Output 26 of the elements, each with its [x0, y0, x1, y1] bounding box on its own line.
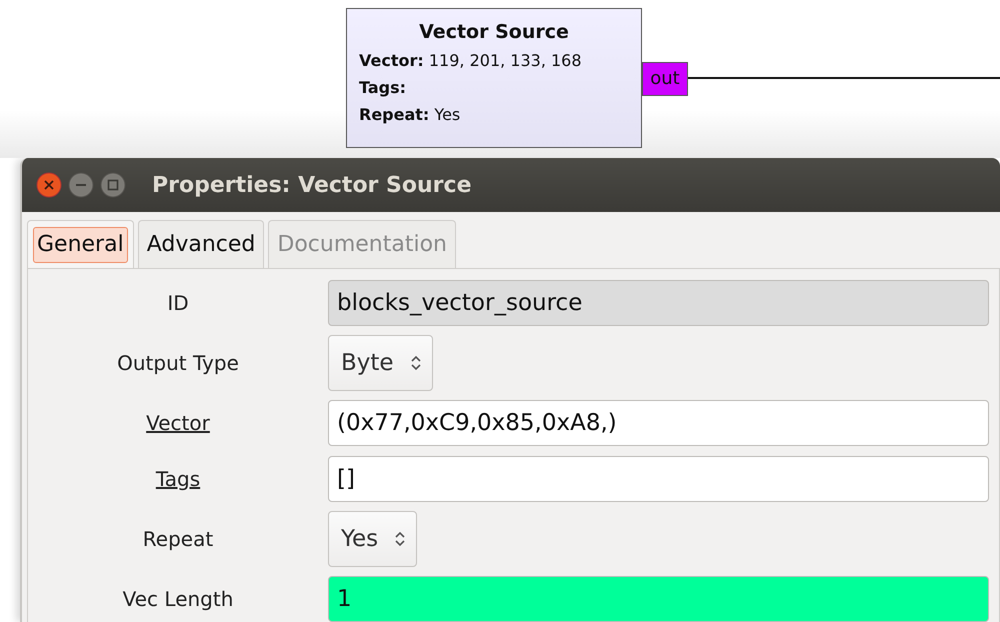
block-param: Repeat: Yes: [359, 104, 462, 126]
up-down-arrows-icon: [410, 354, 422, 372]
field-label: Tags: [156, 467, 200, 491]
block-param: Vector: 119, 201, 133, 168: [359, 50, 583, 72]
field-label: ID: [167, 291, 189, 315]
input-field[interactable]: 1: [328, 576, 989, 622]
flowgraph-block[interactable]: Vector Source Vector: 119, 201, 133, 168 Tags: Repeat: Yes: [346, 8, 642, 148]
tab[interactable]: General: [27, 220, 134, 268]
block-title: Vector Source: [418, 21, 570, 43]
field-label: Output Type: [117, 351, 239, 375]
field-label: Vector: [146, 411, 210, 435]
block-param: Tags:: [359, 77, 408, 99]
window-title: Properties: Vector Source: [152, 172, 472, 198]
up-down-arrows-icon: [394, 530, 406, 548]
minimize-icon[interactable]: [68, 172, 94, 198]
output-port[interactable]: out: [642, 62, 688, 96]
tab[interactable]: Advanced: [138, 220, 264, 268]
field-label: Repeat: [142, 527, 214, 551]
maximize-icon[interactable]: [100, 172, 126, 198]
id-field[interactable]: blocks_vector_source: [328, 280, 989, 326]
dropdown[interactable]: Byte: [328, 335, 433, 391]
input-field[interactable]: []: [328, 456, 989, 502]
field-label: Vec Length: [122, 587, 234, 611]
close-icon[interactable]: [36, 172, 62, 198]
dropdown[interactable]: Yes: [328, 511, 418, 567]
input-field[interactable]: (0x77,0xC9,0x85,0xA8,): [328, 400, 989, 446]
